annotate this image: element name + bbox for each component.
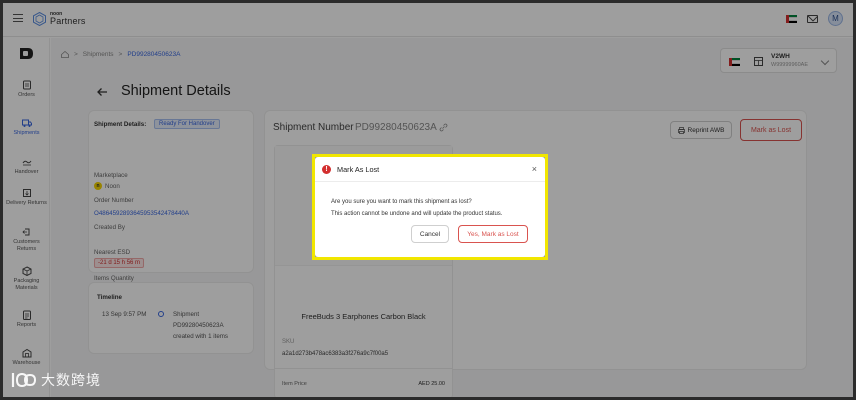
watermark: 大数跨境 (11, 370, 101, 390)
mark-as-lost-dialog: ! Mark As Lost × Are you sure you want t… (315, 157, 545, 257)
confirm-mark-lost-button[interactable]: Yes, Mark as Lost (458, 225, 528, 243)
cancel-button[interactable]: Cancel (411, 225, 449, 243)
watermark-logo-icon (11, 372, 37, 388)
divider (315, 181, 545, 182)
error-icon: ! (322, 165, 331, 174)
app-window: noon Partners M Orders Shipments Handove… (3, 3, 853, 397)
watermark-text: 大数跨境 (41, 372, 101, 388)
dialog-title: Mark As Lost (337, 165, 380, 174)
close-icon[interactable]: × (532, 164, 537, 174)
dialog-message-line2: This action cannot be undone and will up… (331, 211, 503, 217)
dialog-message-line1: Are you sure you want to mark this shipm… (331, 199, 472, 205)
